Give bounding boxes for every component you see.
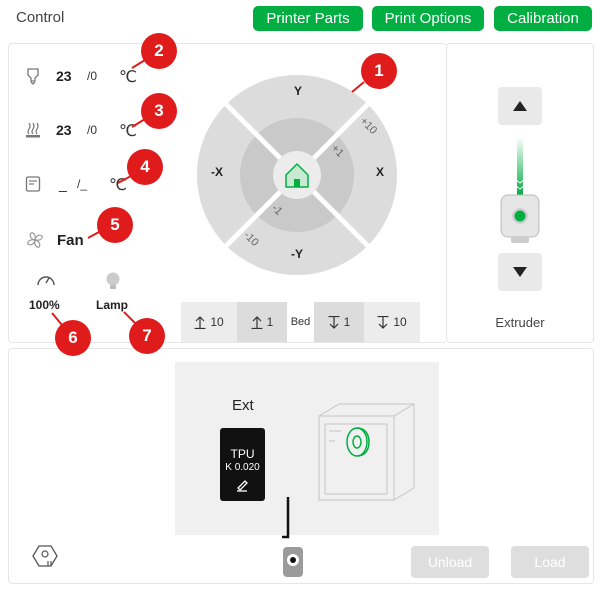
- extruder-icon: [500, 137, 540, 243]
- toolhead-icon: [283, 547, 303, 577]
- filament-slot[interactable]: TPU K 0.020: [220, 428, 265, 501]
- edit-pencil-icon[interactable]: [235, 478, 249, 492]
- fan-icon: [25, 230, 45, 255]
- bed-heater-icon: [25, 121, 41, 144]
- bed-down-10-button[interactable]: 10: [364, 302, 420, 342]
- speed-control[interactable]: 100%: [23, 271, 73, 317]
- printer-parts-button[interactable]: Printer Parts: [253, 6, 363, 31]
- extruder-panel: Extruder: [446, 43, 594, 343]
- ams-preview-area: Ext TPU K 0.020: [175, 362, 439, 535]
- jog-x-plus[interactable]: X: [376, 165, 384, 179]
- annotation-badge-2: 2: [141, 33, 177, 69]
- bed-up-10-button[interactable]: 10: [181, 302, 237, 342]
- bed-current-temp: 23: [56, 122, 72, 138]
- bed-down-10-label: 10: [393, 315, 407, 329]
- filament-type: TPU: [230, 447, 255, 461]
- filament-k-value: K 0.020: [225, 462, 260, 473]
- bed-target-temp[interactable]: /0: [87, 123, 97, 137]
- triangle-up-icon: [513, 101, 527, 111]
- bed-temp-unit: ℃: [119, 123, 137, 140]
- extruder-up-button[interactable]: [498, 87, 542, 125]
- page-title: Control: [16, 9, 65, 26]
- bed-down-1-button[interactable]: 1: [314, 302, 364, 342]
- fan-label: Fan: [57, 232, 84, 249]
- annotation-badge-1: 1: [361, 53, 397, 89]
- filament-panel: Ext TPU K 0.020 Unload Load: [8, 348, 594, 584]
- annotation-badge-4: 4: [127, 149, 163, 185]
- bed-up-10-label: 10: [210, 315, 224, 329]
- ext-label: Ext: [232, 397, 254, 414]
- extruder-down-button[interactable]: [498, 253, 542, 291]
- chamber-temp-unit: ℃: [109, 177, 127, 194]
- annotation-badge-5: 5: [97, 207, 133, 243]
- nozzle-settings-icon[interactable]: [31, 543, 59, 569]
- arrow-up-icon: [251, 316, 263, 330]
- lamp-label: Lamp: [96, 298, 129, 312]
- arrow-down-icon: [377, 316, 389, 330]
- lamp-bulb-icon: [103, 271, 123, 296]
- arrow-up-icon: [194, 316, 206, 330]
- bed-temp-row[interactable]: 23 /0 ℃: [9, 115, 149, 145]
- jog-y-minus[interactable]: -Y: [291, 247, 303, 261]
- bed-up-1-label: 1: [266, 315, 274, 329]
- annotation-badge-3: 3: [141, 93, 177, 129]
- jog-x-minus[interactable]: -X: [211, 165, 223, 179]
- triangle-down-icon: [513, 267, 527, 277]
- annotation-badge-7: 7: [129, 318, 165, 354]
- lamp-control[interactable]: Lamp: [91, 271, 141, 317]
- annotation-badge-6: 6: [55, 320, 91, 356]
- printer-chamber-illustration: [318, 403, 415, 501]
- chamber-target-temp[interactable]: /_: [77, 177, 87, 191]
- temperature-panel: 23 /0 ℃ 23 /0 ℃ _ /_ ℃ Fan 100% Lamp: [8, 43, 156, 343]
- speed-value: 100%: [29, 298, 60, 312]
- extruder-label: Extruder: [495, 315, 545, 330]
- load-button[interactable]: Load: [511, 546, 589, 578]
- bed-down-1-label: 1: [343, 315, 351, 329]
- nozzle-heater-icon: [25, 67, 41, 90]
- arrow-down-icon: [328, 316, 340, 330]
- print-options-button[interactable]: Print Options: [372, 6, 484, 31]
- chamber-icon: [25, 175, 41, 198]
- unload-button[interactable]: Unload: [411, 546, 489, 578]
- chamber-current-temp: _: [59, 176, 67, 192]
- calibration-button[interactable]: Calibration: [494, 6, 592, 31]
- bed-up-1-button[interactable]: 1: [237, 302, 287, 342]
- jog-y-plus[interactable]: Y: [294, 84, 302, 98]
- jog-dial[interactable]: [197, 75, 397, 275]
- nozzle-current-temp: 23: [56, 68, 72, 84]
- speed-gauge-icon: [35, 271, 57, 294]
- jog-panel: Y -Y -X X +10 +1 -1 -10: [155, 43, 447, 343]
- nozzle-target-temp[interactable]: /0: [87, 69, 97, 83]
- bed-label: Bed: [290, 316, 311, 328]
- nozzle-temp-row[interactable]: 23 /0 ℃: [9, 61, 149, 91]
- nozzle-temp-unit: ℃: [119, 69, 137, 86]
